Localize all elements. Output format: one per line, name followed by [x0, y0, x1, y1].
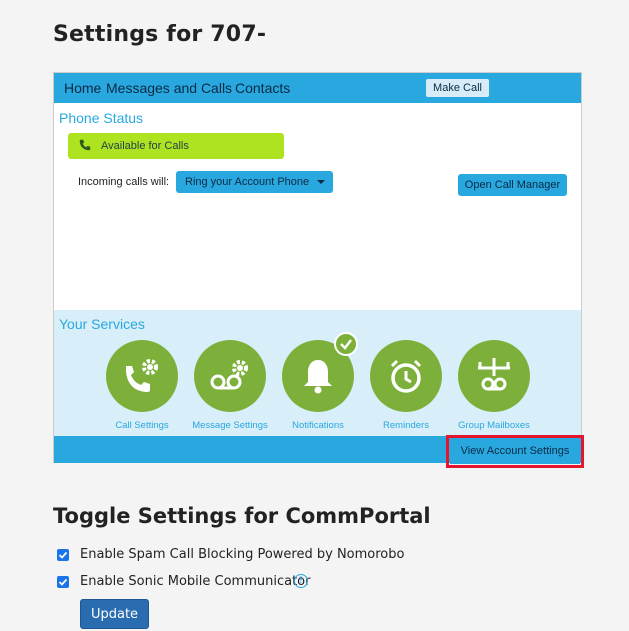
mobile-communicator-label: Enable Sonic Mobile Communicator: [80, 574, 311, 589]
service-call-settings[interactable]: Call Settings: [106, 340, 178, 431]
help-icon[interactable]: ?: [294, 574, 308, 588]
services-title: Your Services: [59, 316, 145, 332]
update-button[interactable]: Update: [80, 599, 149, 629]
spam-blocking-checkbox[interactable]: [57, 549, 69, 561]
service-notifications[interactable]: Notifications: [282, 332, 358, 431]
phone-status-title: Phone Status: [59, 110, 144, 126]
open-call-manager-button[interactable]: Open Call Manager: [458, 174, 567, 196]
group-mailbox-icon: [478, 358, 510, 391]
services-panel: Your Services Call Settings Message Sett…: [54, 310, 581, 436]
service-label: Group Mailboxes: [458, 420, 530, 431]
toggle-settings-title: Toggle Settings for CommPortal: [53, 504, 431, 528]
phone-gear-icon: [126, 359, 158, 392]
enabled-check-icon: [334, 332, 358, 356]
service-group-mailboxes[interactable]: Group Mailboxes: [458, 340, 530, 431]
voicemail-gear-icon: [210, 360, 248, 390]
portal-top-bar: Home Messages and Calls Contacts Make Ca…: [54, 73, 581, 103]
phone-icon: [79, 139, 91, 151]
service-reminders[interactable]: Reminders: [370, 340, 442, 431]
incoming-calls-label: Incoming calls will:: [78, 176, 170, 188]
ring-mode-select[interactable]: Ring your Account Phone: [176, 171, 333, 193]
make-call-button[interactable]: Make Call: [426, 79, 489, 97]
view-account-settings-button[interactable]: View Account Settings: [450, 439, 580, 464]
nav-contacts[interactable]: Contacts: [235, 80, 290, 96]
availability-status[interactable]: Available for Calls: [68, 133, 284, 159]
commportal-widget: Home Messages and Calls Contacts Make Ca…: [53, 72, 584, 468]
nav-messages-and-calls[interactable]: Messages and Calls: [106, 80, 232, 96]
alarm-clock-icon: [390, 359, 422, 393]
ring-mode-value: Ring your Account Phone: [185, 176, 310, 188]
chevron-down-icon: [317, 180, 325, 184]
spam-blocking-label: Enable Spam Call Blocking Powered by Nom…: [80, 547, 405, 562]
service-message-settings[interactable]: Message Settings: [192, 340, 268, 431]
page-title: Settings for 707-: [53, 22, 267, 47]
availability-label: Available for Calls: [101, 140, 189, 152]
mobile-communicator-checkbox[interactable]: [57, 576, 69, 588]
nav-home[interactable]: Home: [64, 80, 101, 96]
